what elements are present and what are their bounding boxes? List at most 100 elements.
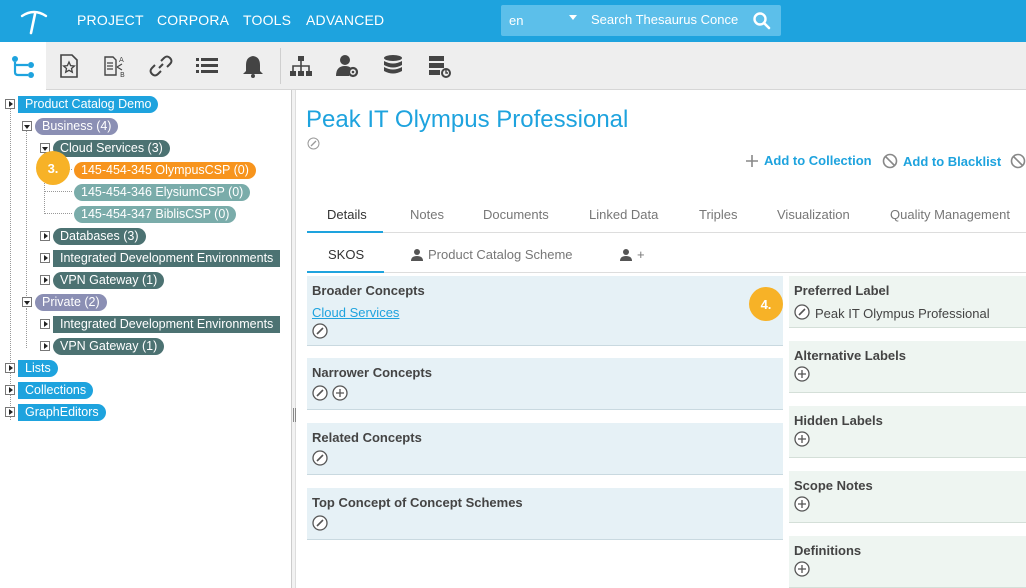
- tab-documents[interactable]: Documents: [483, 207, 549, 222]
- favorites-tool-button[interactable]: [46, 42, 92, 90]
- nav-project[interactable]: PROJECT: [77, 12, 144, 28]
- splitter-grip-icon[interactable]: [293, 408, 296, 422]
- card-title: Scope Notes: [794, 478, 873, 493]
- list-tool-button[interactable]: [184, 42, 230, 90]
- link-edit-icon[interactable]: [312, 385, 328, 401]
- expand-toggle-icon[interactable]: [40, 231, 50, 241]
- tree-connector: [44, 191, 72, 192]
- link-edit-icon[interactable]: [312, 323, 328, 339]
- expand-toggle-icon[interactable]: [40, 319, 50, 329]
- user-settings-tool-button[interactable]: [324, 42, 370, 90]
- tree-node-grapheditors[interactable]: GraphEditors: [5, 403, 106, 421]
- expand-toggle-icon[interactable]: [5, 385, 15, 395]
- link-edit-icon[interactable]: [312, 515, 328, 531]
- tree-node-label-selected[interactable]: 145-454-345 OlympusCSP (0): [74, 161, 256, 179]
- tree-connector: [26, 126, 27, 304]
- pencil-icon[interactable]: [794, 304, 810, 320]
- edit-uri-icon[interactable]: [307, 137, 320, 150]
- block-icon[interactable]: [1010, 153, 1026, 169]
- tree-node-elysium[interactable]: 145-454-346 ElysiumCSP (0): [74, 183, 251, 201]
- link-edit-icon[interactable]: [312, 450, 328, 466]
- search-icon[interactable]: [752, 11, 772, 31]
- tree-node-olympus[interactable]: 145-454-345 OlympusCSP (0): [74, 161, 256, 179]
- expand-toggle-icon[interactable]: [5, 363, 15, 373]
- collapse-toggle-icon[interactable]: [22, 297, 32, 307]
- tree-node-vpn-business[interactable]: VPN Gateway (1): [40, 271, 165, 289]
- labels-tool-button[interactable]: A B: [92, 42, 138, 90]
- tree-node-private[interactable]: Private (2): [22, 293, 107, 311]
- broader-concept-link[interactable]: Cloud Services: [312, 305, 399, 320]
- star-document-icon: [60, 54, 78, 78]
- tree-node-product-catalog[interactable]: Product Catalog Demo: [5, 95, 159, 113]
- plus-icon: [746, 154, 758, 167]
- tree-node-vpn-private[interactable]: VPN Gateway (1): [40, 337, 165, 355]
- expand-toggle-icon[interactable]: [40, 253, 50, 263]
- tree-node-label[interactable]: Databases (3): [53, 227, 146, 245]
- tree-node-label[interactable]: Integrated Development Environments: [53, 249, 281, 267]
- subtab-product-catalog-scheme[interactable]: Product Catalog Scheme: [411, 247, 573, 262]
- tree-node-label[interactable]: 145-454-346 ElysiumCSP (0): [74, 183, 251, 201]
- tree-node-label[interactable]: Integrated Development Environments: [53, 315, 281, 333]
- add-circle-icon[interactable]: [794, 496, 810, 512]
- add-circle-icon[interactable]: [794, 431, 810, 447]
- structure-tool-button[interactable]: [278, 42, 324, 90]
- tree-node-ide-private[interactable]: Integrated Development Environments: [40, 315, 281, 333]
- tree-node-label[interactable]: GraphEditors: [18, 403, 106, 421]
- block-icon: [882, 153, 898, 169]
- tree-node-label[interactable]: Lists: [18, 359, 58, 377]
- nav-tools[interactable]: TOOLS: [243, 12, 291, 28]
- subtab-add-scheme[interactable]: +: [620, 247, 645, 262]
- add-to-blacklist-button[interactable]: Add to Blacklist: [882, 153, 1001, 169]
- tree-node-biblis[interactable]: 145-454-347 BiblisCSP (0): [74, 205, 237, 223]
- active-subtab-indicator: [307, 271, 384, 273]
- tree-node-label[interactable]: VPN Gateway (1): [53, 271, 165, 289]
- nav-corpora[interactable]: CORPORA: [157, 12, 229, 28]
- svg-text:A: A: [119, 56, 124, 64]
- tree-node-lists[interactable]: Lists: [5, 359, 58, 377]
- language-select[interactable]: en: [509, 13, 523, 28]
- tab-notes[interactable]: Notes: [410, 207, 444, 222]
- search-input[interactable]: Search Thesaurus Conce: [591, 12, 741, 27]
- tab-triples[interactable]: Triples: [699, 207, 738, 222]
- tree-node-business[interactable]: Business (4): [22, 117, 119, 135]
- umbrella-logo-icon[interactable]: [18, 6, 50, 36]
- tab-linked-data[interactable]: Linked Data: [589, 207, 658, 222]
- add-circle-icon[interactable]: [794, 561, 810, 577]
- tree-node-collections[interactable]: Collections: [5, 381, 94, 399]
- subtab-skos[interactable]: SKOS: [328, 247, 364, 262]
- expand-toggle-icon[interactable]: [40, 275, 50, 285]
- hierarchy-tool-button[interactable]: [0, 42, 46, 91]
- tree-node-databases[interactable]: Databases (3): [40, 227, 146, 245]
- tree-connector: [26, 308, 27, 348]
- tree-node-label[interactable]: VPN Gateway (1): [53, 337, 165, 355]
- add-to-collection-button[interactable]: Add to Collection: [745, 153, 872, 168]
- tab-quality-management[interactable]: Quality Management: [890, 207, 1010, 222]
- expand-toggle-icon[interactable]: [5, 99, 15, 109]
- collapse-toggle-icon[interactable]: [22, 121, 32, 131]
- card-title: Narrower Concepts: [312, 365, 432, 380]
- links-tool-button[interactable]: [138, 42, 184, 90]
- expand-toggle-icon[interactable]: [40, 341, 50, 351]
- database-tool-button[interactable]: [370, 42, 416, 90]
- chevron-down-icon[interactable]: [569, 15, 577, 20]
- detail-tabs: Details Notes Documents Linked Data Trip…: [307, 196, 1026, 233]
- tree-node-label[interactable]: 145-454-347 BiblisCSP (0): [74, 205, 237, 223]
- card-title: Top Concept of Concept Schemes: [312, 495, 523, 510]
- panel-splitter[interactable]: [292, 90, 296, 588]
- tree-node-label[interactable]: Private (2): [35, 293, 107, 311]
- tree-node-label[interactable]: Product Catalog Demo: [18, 95, 159, 113]
- nav-advanced[interactable]: ADVANCED: [306, 12, 384, 28]
- expand-toggle-icon[interactable]: [5, 407, 15, 417]
- add-circle-icon[interactable]: [332, 385, 348, 401]
- add-circle-icon[interactable]: [794, 366, 810, 382]
- database-icon: [384, 55, 402, 74]
- tree-node-label[interactable]: Collections: [18, 381, 94, 399]
- notifications-tool-button[interactable]: [230, 42, 276, 90]
- tab-details[interactable]: Details: [327, 207, 367, 222]
- tab-visualization[interactable]: Visualization: [777, 207, 850, 222]
- card-title: Hidden Labels: [794, 413, 883, 428]
- tree-node-label[interactable]: Business (4): [35, 117, 119, 135]
- tree-node-ide-business[interactable]: Integrated Development Environments: [40, 249, 281, 267]
- server-tool-button[interactable]: [416, 42, 462, 90]
- tree-node-label[interactable]: Cloud Services (3): [53, 139, 170, 157]
